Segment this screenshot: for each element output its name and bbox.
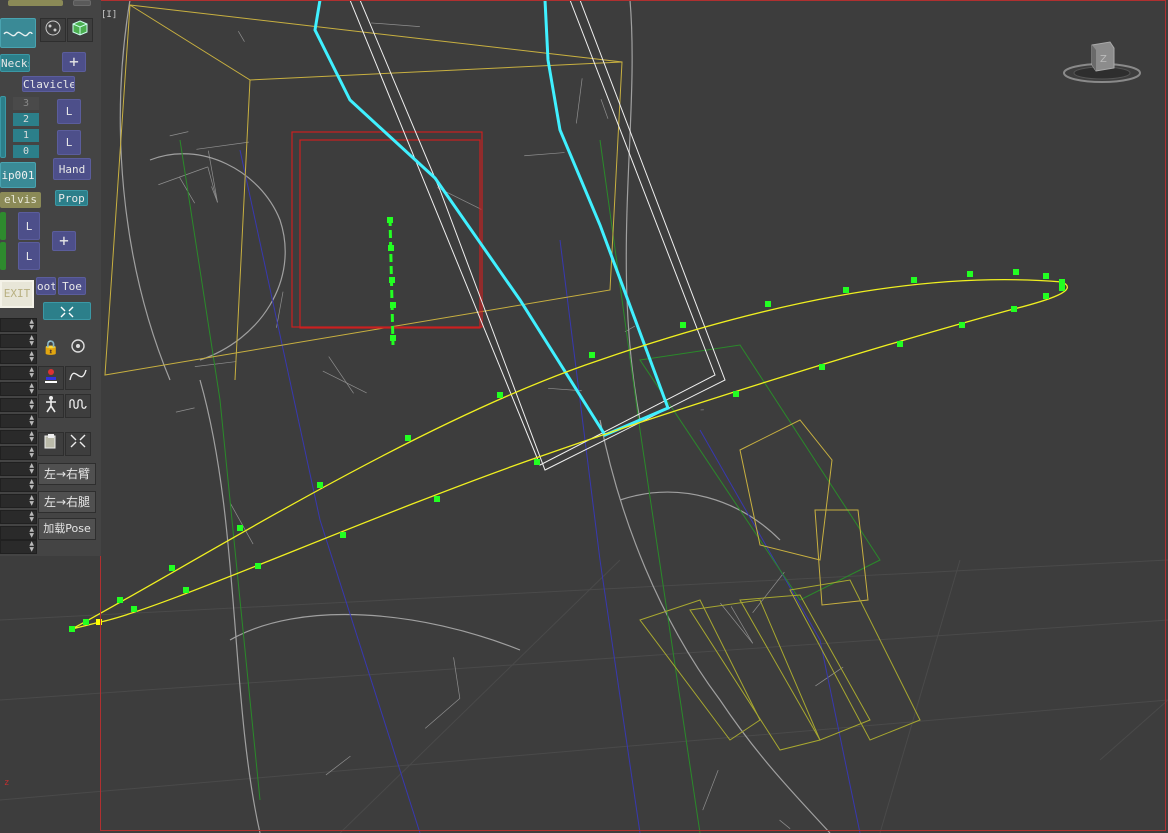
param-spinner-1[interactable]: ▲ ▼ [0, 318, 37, 332]
param-spinner-12[interactable]: ▲ ▼ [0, 494, 37, 508]
add-neck-button[interactable]: + [62, 52, 86, 72]
ground-grid [0, 559, 1168, 833]
param-spinner-10[interactable]: ▲ ▼ [0, 462, 37, 476]
exit-button[interactable]: EXIT [0, 280, 34, 308]
target-icon[interactable] [65, 337, 91, 361]
thigh-strip[interactable] [0, 212, 6, 240]
param-spinner-14[interactable]: ▲ ▼ [0, 526, 37, 540]
viewcube-icon[interactable]: Z [1062, 40, 1142, 90]
forearm-bone [313, 0, 670, 437]
viewport-label[interactable]: [I] [101, 10, 117, 20]
pelvis-button[interactable]: elvis [0, 192, 41, 208]
first-vertex [96, 619, 102, 625]
bip001-button[interactable]: ip001 [0, 162, 36, 188]
figure-icon[interactable] [38, 366, 64, 390]
mesh-wireframe [119, 0, 844, 833]
add-leg-button[interactable]: + [52, 231, 76, 251]
param-spinner-9[interactable]: ▲ ▼ [0, 446, 37, 460]
walk-icon[interactable] [38, 394, 64, 418]
link-count-2[interactable]: 2 [13, 113, 39, 126]
ribbon-icon [3, 31, 33, 37]
collapse-icon[interactable] [65, 432, 91, 456]
param-spinner-2[interactable]: ▲ ▼ [0, 334, 37, 348]
hand-button[interactable]: Hand [53, 158, 91, 180]
forearm-l-button[interactable]: L [57, 130, 81, 155]
clavicle-button[interactable]: Clavicle [22, 76, 75, 92]
curve-icon[interactable] [65, 366, 91, 390]
selection-box [291, 131, 483, 329]
spline-ring [71, 278, 1068, 630]
3d-viewport[interactable] [0, 0, 1168, 833]
thigh-l-button[interactable]: L [18, 212, 40, 240]
lock-icon[interactable]: 🔒 [38, 337, 64, 361]
bounding-boxes [104, 4, 921, 751]
link-count-0[interactable]: 0 [13, 145, 39, 158]
calf-strip[interactable] [0, 242, 6, 270]
necks-button[interactable]: Necks [0, 54, 30, 72]
param-spinner-11[interactable]: ▲ ▼ [0, 478, 37, 492]
spine-strip[interactable] [0, 96, 6, 158]
foot-button[interactable]: oot [36, 277, 56, 295]
mirror-leg-button[interactable]: 左→右腿 [38, 491, 96, 513]
twist-links-button[interactable] [0, 18, 36, 48]
param-spinner-8[interactable]: ▲ ▼ [0, 430, 37, 444]
wireframe-scene[interactable] [0, 0, 1168, 833]
param-spinner-3[interactable]: ▲ ▼ [0, 350, 37, 364]
paste-icon[interactable] [38, 432, 64, 456]
link-count-3[interactable]: 3 [13, 97, 39, 110]
upperarm-l-button[interactable]: L [57, 99, 81, 124]
collapse-button[interactable] [43, 302, 91, 320]
spline-vertices [69, 217, 1065, 632]
subdivide-icon[interactable] [40, 18, 66, 42]
green-cube-icon[interactable] [67, 18, 93, 42]
param-spinner-7[interactable]: ▲ ▼ [0, 414, 37, 428]
toe-button[interactable]: Toe [58, 277, 86, 295]
param-spinner-6[interactable]: ▲ ▼ [0, 398, 37, 412]
axis-gizmo-label: z [4, 778, 10, 788]
bone-outline [349, 0, 726, 471]
param-spinner-5[interactable]: ▲ ▼ [0, 382, 37, 396]
link-count-1[interactable]: 1 [13, 129, 39, 142]
param-spinner-15[interactable]: ▲ ▼ [0, 540, 37, 554]
wave-icon[interactable] [65, 394, 91, 418]
mirror-arm-button[interactable]: 左→右臂 [38, 463, 96, 485]
param-spinner-13[interactable]: ▲ ▼ [0, 510, 37, 524]
collapse-icon [60, 306, 74, 318]
load-pose-button[interactable]: 加载Pose [38, 518, 96, 540]
biped-rollout-panel: Necks + Clavicle 3 2 1 0 L L Hand ip001 … [0, 0, 101, 556]
param-spinner-4[interactable]: ▲ ▼ [0, 366, 37, 380]
top-strip [8, 0, 63, 6]
svg-text:Z: Z [1100, 54, 1107, 65]
top-strip-btn[interactable] [73, 0, 91, 6]
calf-l-button[interactable]: L [18, 242, 40, 270]
prop-button[interactable]: Prop [55, 190, 88, 206]
